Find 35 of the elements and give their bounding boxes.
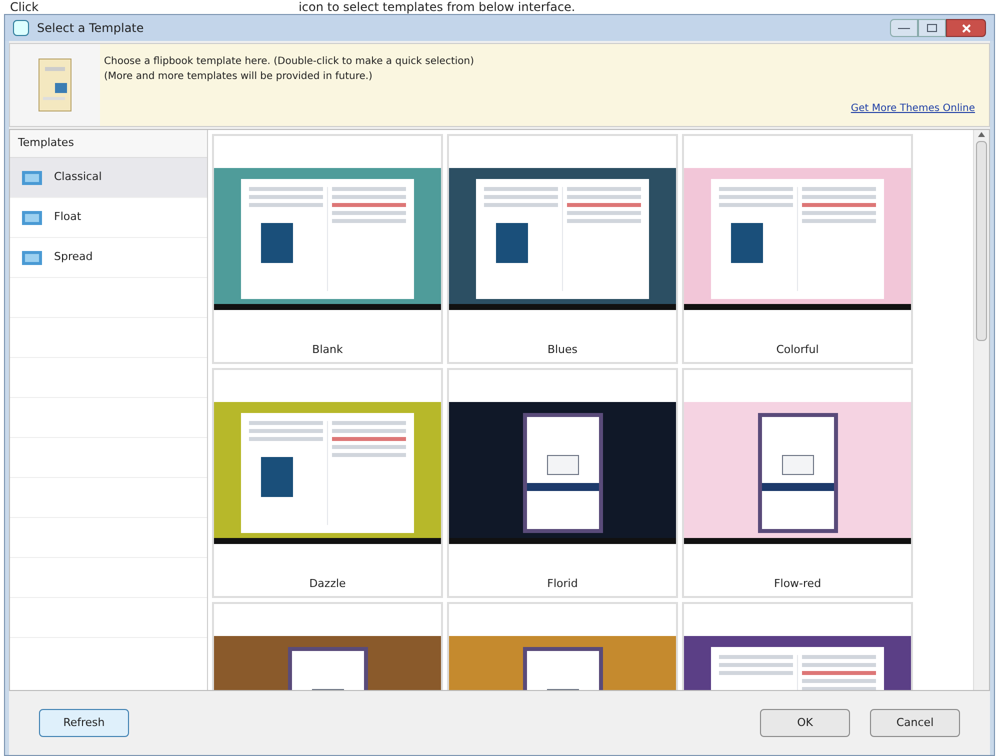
caption-text: Click: [10, 1, 39, 13]
template-icon: [22, 170, 42, 184]
caption-text: icon to select templates from below interface.: [298, 1, 576, 13]
app-icon: [13, 20, 29, 36]
get-themes-link[interactable]: Get More Themes Online: [850, 101, 975, 116]
ok-button[interactable]: OK: [760, 709, 850, 737]
book-icon: [37, 57, 73, 113]
scroll-up-icon[interactable]: [978, 132, 985, 137]
maximize-button[interactable]: [918, 19, 946, 37]
sidebar-header: Templates: [10, 130, 207, 158]
template-icon: [22, 250, 42, 264]
window-title: Select a Template: [37, 20, 144, 37]
scrollbar-thumb[interactable]: [976, 141, 987, 341]
template-card[interactable]: Florid: [447, 368, 678, 598]
template-name: Florid: [547, 576, 578, 592]
template-icon: [22, 210, 42, 224]
banner-text: Choose a flipbook template here. (Double-click to make a quick selection): [104, 55, 475, 69]
refresh-button[interactable]: Refresh: [39, 709, 129, 737]
cancel-button[interactable]: Cancel: [870, 709, 960, 737]
template-name: Dazzle: [309, 576, 346, 592]
close-button[interactable]: [946, 19, 986, 37]
template-card[interactable]: Blank: [212, 134, 443, 364]
close-icon: [962, 24, 970, 32]
template-card[interactable]: Blues: [447, 134, 678, 364]
minimize-button[interactable]: [890, 19, 918, 37]
template-name: Flow-red: [774, 576, 822, 592]
template-card[interactable]: Flow-red: [682, 368, 913, 598]
banner-text: (More and more templates will be provided in future.): [104, 70, 374, 84]
template-card[interactable]: Dazzle: [212, 368, 443, 598]
template-name: Blues: [547, 342, 578, 358]
template-name: Blank: [312, 342, 343, 358]
template-name: Colorful: [776, 342, 819, 358]
scrollbar[interactable]: [973, 130, 989, 690]
template-card[interactable]: Colorful: [682, 134, 913, 364]
sidebar-item[interactable]: Classical: [10, 158, 207, 198]
